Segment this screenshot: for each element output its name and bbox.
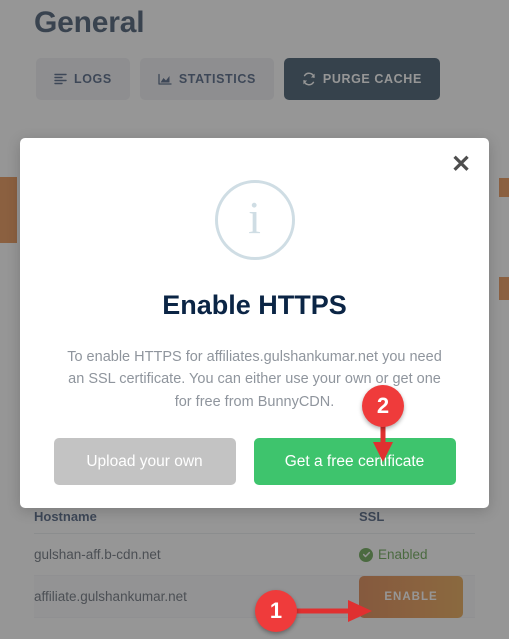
modal-title: Enable HTTPS	[162, 290, 347, 320]
info-glyph: i	[248, 192, 261, 243]
enable-https-modal: ✕ i Enable HTTPS To enable HTTPS for aff…	[20, 138, 489, 508]
annotation-marker-2: 2	[362, 385, 404, 427]
modal-actions: Upload your own Get a free certificate	[20, 438, 489, 485]
close-icon[interactable]: ✕	[446, 150, 476, 180]
app-root: General LOGS STATISTICS	[0, 0, 509, 639]
get-free-certificate-button[interactable]: Get a free certificate	[253, 438, 456, 485]
annotation-marker-1: 1	[255, 590, 297, 632]
info-circle-icon: i	[214, 180, 295, 260]
upload-your-own-button[interactable]: Upload your own	[53, 438, 236, 485]
